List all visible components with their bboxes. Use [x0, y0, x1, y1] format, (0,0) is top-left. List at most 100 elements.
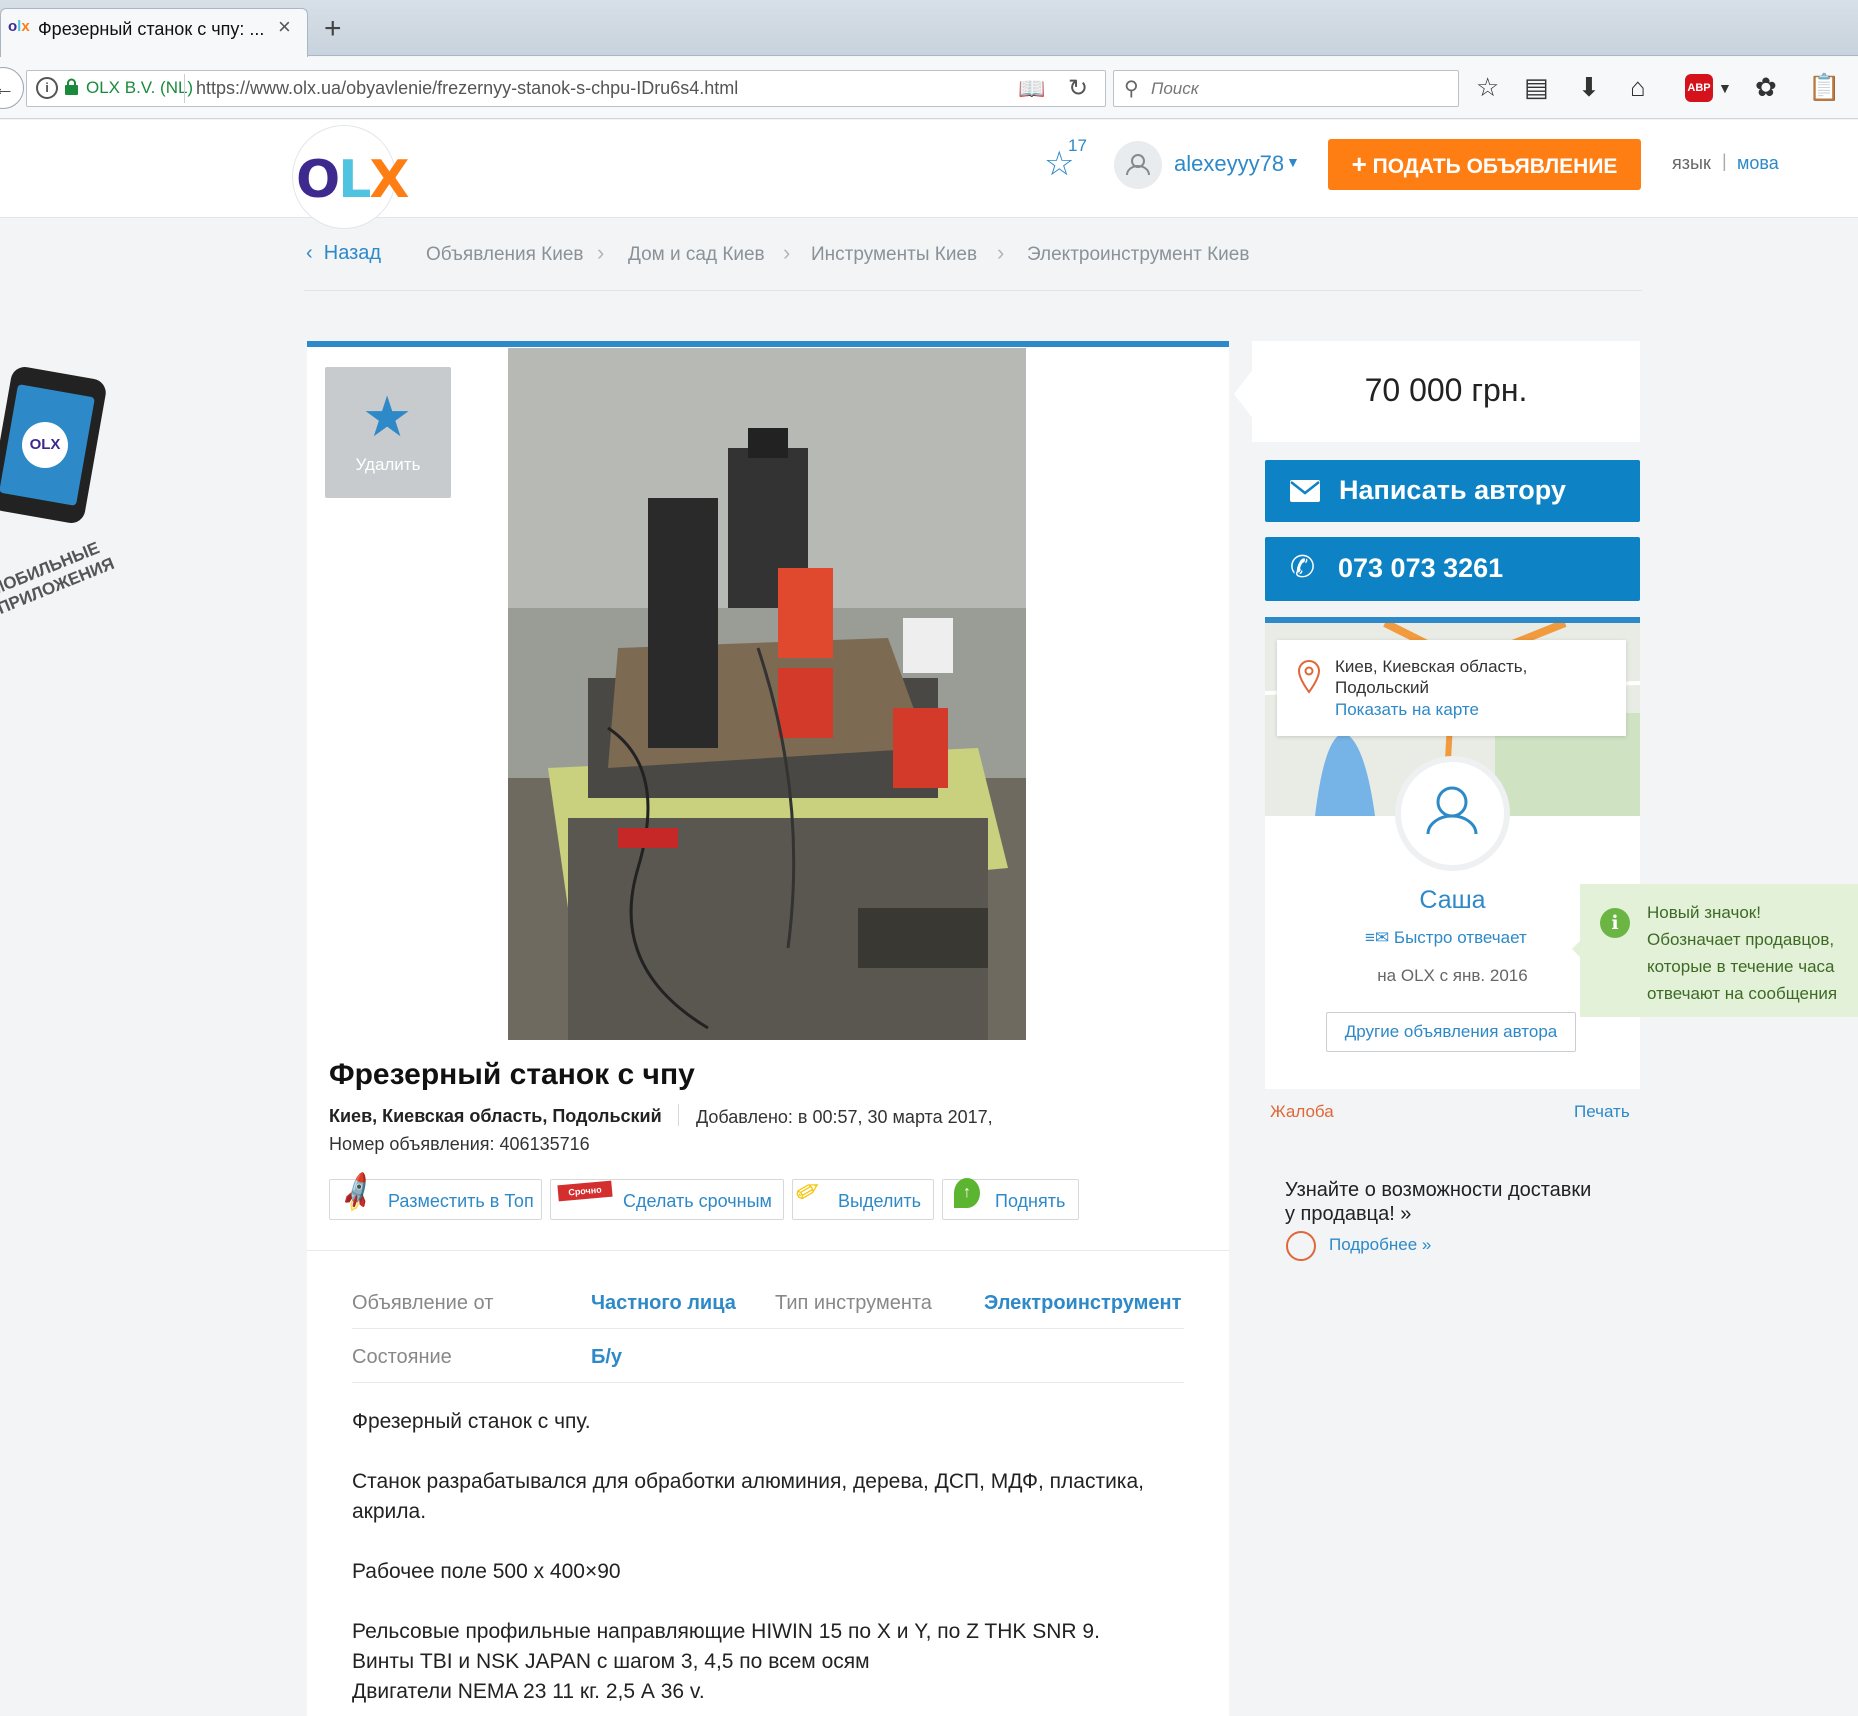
promote-bump-label: Поднять	[995, 1191, 1066, 1211]
complain-link[interactable]: Жалоба	[1270, 1102, 1334, 1122]
delivery-more-link[interactable]: Подробнее »	[1329, 1235, 1431, 1255]
price: 70 000 грн.	[1364, 372, 1528, 408]
tooltip-text: Новый значок! Обозначает продавцов, кото…	[1647, 899, 1837, 1007]
description-line: Станок разрабатывался для обработки алюм…	[352, 1470, 1144, 1493]
breadcrumb-back-link[interactable]: ‹ Назад	[306, 242, 381, 265]
promote-urgent-label: Сделать срочным	[623, 1191, 772, 1211]
url-separator	[184, 74, 185, 103]
write-author-label: Написать автору	[1339, 475, 1566, 505]
ad-number: Номер объявления: 406135716	[329, 1134, 590, 1154]
downloads-icon[interactable]: ⬇	[1578, 72, 1600, 103]
lang-ru-link[interactable]: язык	[1672, 153, 1711, 174]
ad-added-date: Добавлено: в 00:57, 30 марта 2017,	[696, 1107, 993, 1127]
chevron-left-icon: ‹	[306, 242, 313, 264]
user-icon	[1126, 154, 1150, 176]
new-tab-icon[interactable]: +	[324, 12, 342, 46]
site-identity[interactable]: OLX B.V. (NL)	[86, 78, 193, 98]
meta-separator	[678, 1104, 679, 1126]
tooltip-line: Обозначает продавцов,	[1647, 930, 1835, 949]
param-divider	[352, 1382, 1184, 1383]
user-avatar[interactable]	[1114, 141, 1162, 189]
promote-top-label: Разместить в Топ	[388, 1191, 534, 1211]
delivery-info: Узнайте о возможности доставки у продавца…	[1285, 1178, 1591, 1226]
breadcrumb-divider	[304, 290, 1642, 291]
username-link[interactable]: alexeyyy78	[1174, 151, 1284, 177]
extension-icon[interactable]: ✿	[1755, 72, 1777, 103]
app-promo-logo: OLX	[22, 422, 68, 468]
adblock-icon[interactable]: ABP	[1685, 74, 1713, 102]
phone-number: 073 073 3261	[1338, 553, 1504, 583]
chevron-down-icon[interactable]: ▼	[1286, 154, 1300, 170]
delivery-line: у продавца! »	[1285, 1203, 1412, 1225]
param-label-tool-type: Тип инструмента	[775, 1292, 932, 1314]
reload-icon[interactable]: ↻	[1068, 74, 1088, 103]
ad-location: Киев, Киевская область, Подольский	[329, 1106, 662, 1126]
description-line: Двигатели NEMA 23 11 кг. 2,5 А 36 v.	[352, 1680, 705, 1703]
breadcrumb-item-tools[interactable]: Инструменты Киев	[811, 244, 977, 266]
home-icon[interactable]: ⌂	[1630, 72, 1646, 103]
description-line: Рабочее поле 500 х 400×90	[352, 1560, 621, 1583]
olx-logo[interactable]: OLX	[296, 150, 409, 210]
tooltip-line: которые в течение часа	[1647, 957, 1835, 976]
info-icon[interactable]: i	[36, 77, 58, 99]
other-ads-button[interactable]: Другие объявления автора	[1326, 1012, 1576, 1052]
adblock-dropdown-icon[interactable]: ▼	[1718, 80, 1732, 96]
lang-ua-link[interactable]: мова	[1737, 153, 1779, 174]
search-icon: ⚲	[1124, 78, 1139, 100]
show-on-map-link[interactable]: Показать на карте	[1335, 700, 1479, 720]
quick-response-badge[interactable]: ≡✉ Быстро отвечает	[1365, 928, 1527, 948]
envelope-icon	[1290, 480, 1320, 502]
lang-separator: |	[1722, 151, 1727, 171]
logo-l: L	[338, 150, 371, 210]
bump-icon: ↑	[954, 1178, 980, 1208]
breadcrumb-item-ads[interactable]: Объявления Киев	[426, 244, 584, 266]
price-notch	[1234, 368, 1254, 420]
location-pin-icon	[1297, 660, 1321, 694]
ad-photo[interactable]	[508, 348, 1026, 1040]
clipboard-icon[interactable]: 📋	[1808, 72, 1840, 103]
phone-icon: ✆	[1290, 551, 1316, 584]
ad-title: Фрезерный станок с чпу	[329, 1058, 695, 1091]
param-label-seller-type: Объявление от	[352, 1292, 494, 1314]
cnc-machine-photo	[508, 348, 1026, 1040]
tab-close-icon[interactable]: ×	[278, 14, 291, 40]
plus-icon: +	[1351, 149, 1367, 179]
param-value-seller-type[interactable]: Частного лица	[591, 1292, 736, 1315]
address-line: Подольский	[1335, 678, 1430, 697]
tab-favicon-icon: olx	[8, 18, 30, 35]
breadcrumb-item-home[interactable]: Дом и сад Киев	[628, 244, 765, 266]
tooltip-line: отвечают на сообщения	[1647, 984, 1838, 1003]
address-line: Киев, Киевская область,	[1335, 657, 1528, 676]
post-ad-button[interactable]: + ПОДАТЬ ОБЪЯВЛЕНИЕ	[1328, 139, 1641, 190]
param-value-tool-type[interactable]: Электроинструмент	[984, 1292, 1181, 1315]
app-promo-text[interactable]: МОБИЛЬНЫЕ ПРИЛОЖЕНИЯ	[0, 533, 123, 619]
tooltip-line: Новый значок!	[1647, 903, 1761, 922]
param-value-condition[interactable]: Б/у	[591, 1346, 622, 1369]
url-text[interactable]: https://www.olx.ua/obyavlenie/frezernyy-…	[196, 78, 738, 99]
tab-title: Фрезерный станок с чпу: ...	[38, 19, 265, 39]
breadcrumb-arrow-icon: ›	[783, 240, 791, 265]
reader-view-icon[interactable]: 📖	[1018, 76, 1045, 102]
description-line: Винты TBI и NSK JAPAN с шагом 3, 4,5 по …	[352, 1650, 870, 1673]
section-divider	[307, 1250, 1229, 1251]
description-line: акрила.	[352, 1500, 427, 1523]
delivery-line: Узнайте о возможности доставки	[1285, 1179, 1592, 1201]
param-divider	[352, 1328, 1184, 1329]
breadcrumb-back-label: Назад	[323, 242, 382, 264]
print-link[interactable]: Печать	[1574, 1102, 1630, 1122]
quick-response-label: Быстро отвечает	[1393, 928, 1527, 947]
logo-o: O	[296, 150, 340, 210]
bookmarks-list-icon[interactable]: ▤	[1524, 72, 1549, 103]
description-line: Рельсовые профильные направляющие HIWIN …	[352, 1620, 1100, 1643]
user-icon	[1426, 786, 1478, 835]
seller-avatar[interactable]	[1395, 756, 1510, 871]
bookmark-star-icon[interactable]: ☆	[1476, 72, 1499, 103]
param-label-condition: Состояние	[352, 1346, 452, 1368]
favorite-remove-label: Удалить	[355, 455, 421, 474]
star-icon: ★	[362, 385, 413, 448]
delivery-truck-icon	[1286, 1231, 1316, 1261]
address-text: Киев, Киевская область, Подольский	[1335, 656, 1527, 698]
post-ad-label: ПОДАТЬ ОБЪЯВЛЕНИЕ	[1372, 155, 1618, 178]
search-placeholder: Поиск	[1151, 79, 1199, 98]
breadcrumb-item-power-tools[interactable]: Электроинструмент Киев	[1027, 244, 1249, 266]
